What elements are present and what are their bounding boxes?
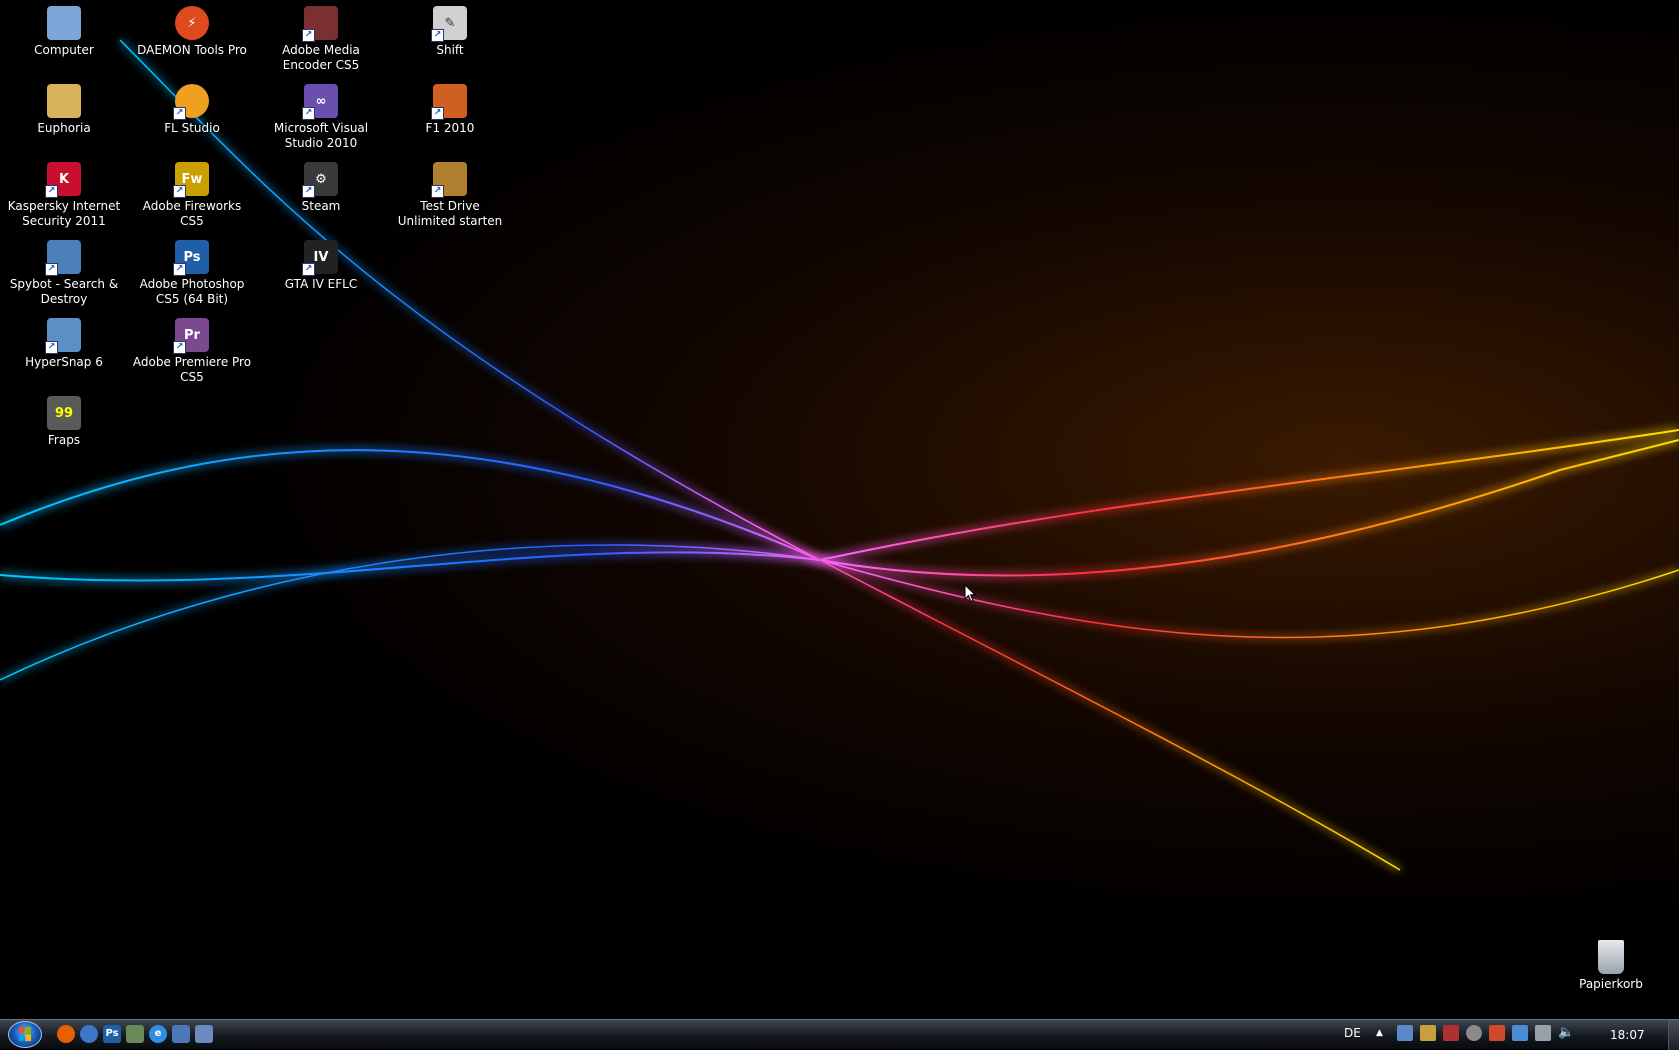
desktop-icon-spybot[interactable]: ↗ Spybot - Search & Destroy bbox=[0, 234, 128, 307]
internet-explorer-icon[interactable]: e bbox=[149, 1025, 167, 1043]
icon-label: Microsoft Visual Studio 2010 bbox=[273, 121, 369, 150]
show-hidden-icons-button[interactable]: ▲ bbox=[1376, 1028, 1383, 1038]
gta-icon: IV ↗ bbox=[302, 240, 338, 276]
f1-icon: ↗ bbox=[431, 84, 467, 120]
desktop-icon-f1-2010[interactable]: ↗ F1 2010 bbox=[386, 78, 514, 136]
test-drive-icon: ↗ bbox=[431, 162, 467, 198]
desktop-icon-visual-studio[interactable]: ∞ ↗ Microsoft Visual Studio 2010 bbox=[257, 78, 385, 151]
icon-label: Euphoria bbox=[37, 121, 91, 135]
icon-label: Fraps bbox=[47, 433, 81, 447]
media-encoder-icon: ↗ bbox=[302, 6, 338, 42]
desktop-icon-kaspersky[interactable]: K ↗ Kaspersky Internet Security 2011 bbox=[0, 156, 128, 229]
network-tray-icon[interactable] bbox=[1535, 1025, 1551, 1041]
photoshop-icon: Ps ↗ bbox=[173, 240, 209, 276]
desktop-icon-fraps[interactable]: 99 Fraps bbox=[0, 390, 128, 448]
chrome-like-icon[interactable] bbox=[80, 1025, 98, 1043]
windows-logo-icon bbox=[19, 1026, 31, 1041]
desktop-icon-test-drive[interactable]: ↗ Test Drive Unlimited starten bbox=[386, 156, 514, 229]
desktop-icon-fl-studio[interactable]: ↗ FL Studio bbox=[128, 78, 256, 136]
show-desktop-button[interactable] bbox=[1668, 1020, 1679, 1050]
icon-label: DAEMON Tools Pro bbox=[137, 43, 247, 57]
fl-studio-icon: ↗ bbox=[173, 84, 209, 120]
desktop-icon-computer[interactable]: Computer bbox=[0, 0, 128, 58]
spybot-icon: ↗ bbox=[45, 240, 81, 276]
premiere-icon: Pr ↗ bbox=[173, 318, 209, 354]
desktop-icon-fireworks[interactable]: Fw ↗ Adobe Fireworks CS5 bbox=[128, 156, 256, 229]
hypersnap-icon: ↗ bbox=[45, 318, 81, 354]
desktop-icon-recycle-bin[interactable]: Papierkorb bbox=[1547, 934, 1675, 992]
icon-label: Adobe Premiere Pro CS5 bbox=[132, 355, 252, 384]
photoshop-small-icon[interactable]: Ps bbox=[103, 1025, 121, 1043]
desktop-icon-shift[interactable]: ✎ ↗ Shift bbox=[386, 0, 514, 58]
fireworks-icon: Fw ↗ bbox=[173, 162, 209, 198]
daemon-tools-icon: ⚡ bbox=[175, 6, 209, 40]
icon-label: FL Studio bbox=[164, 121, 220, 135]
steam-icon: ⚙ ↗ bbox=[302, 162, 338, 198]
firefox-icon[interactable] bbox=[57, 1025, 75, 1043]
daemon-tray-icon[interactable] bbox=[1420, 1025, 1436, 1041]
desktop-icon-photoshop[interactable]: Ps ↗ Adobe Photoshop CS5 (64 Bit) bbox=[128, 234, 256, 307]
visual-studio-icon: ∞ ↗ bbox=[302, 84, 338, 120]
volume-tray-icon[interactable]: 🔈 bbox=[1558, 1025, 1574, 1041]
recycle-bin-icon bbox=[1598, 940, 1624, 974]
kaspersky-tray-icon[interactable] bbox=[1443, 1025, 1459, 1041]
desktop-icon-euphoria[interactable]: Euphoria bbox=[0, 78, 128, 136]
steam-tray-icon[interactable] bbox=[1466, 1025, 1482, 1041]
fraps-icon: 99 bbox=[47, 396, 81, 430]
icon-label: Steam bbox=[301, 199, 341, 213]
icon-label: GTA IV EFLC bbox=[284, 277, 358, 291]
icon-label: Adobe Media Encoder CS5 bbox=[282, 43, 360, 72]
window-switch-icon[interactable] bbox=[195, 1025, 213, 1043]
language-indicator[interactable]: DE bbox=[1344, 1026, 1361, 1040]
icon-label: HyperSnap 6 bbox=[25, 355, 103, 369]
taskbar: Ps e DE ▲ 🔈 18:07 bbox=[0, 1019, 1679, 1050]
security-tray-icon[interactable] bbox=[1489, 1025, 1505, 1041]
folder-icon bbox=[47, 84, 81, 118]
icon-label: Adobe Fireworks CS5 bbox=[142, 199, 242, 228]
desktop-icon-media-encoder[interactable]: ↗ Adobe Media Encoder CS5 bbox=[257, 0, 385, 73]
desktop-icon-daemon-tools[interactable]: ⚡ DAEMON Tools Pro bbox=[128, 0, 256, 58]
desktop[interactable]: Computer Euphoria K ↗ Kaspersky Internet … bbox=[0, 0, 1679, 1019]
start-button[interactable] bbox=[8, 1021, 42, 1048]
icon-label: Adobe Photoshop CS5 (64 Bit) bbox=[139, 277, 245, 306]
wallpaper bbox=[0, 37, 1679, 874]
computer-icon bbox=[47, 6, 81, 40]
desktop-icon[interactable] bbox=[172, 1025, 190, 1043]
icon-label: Shift bbox=[436, 43, 464, 57]
users-tray-icon[interactable] bbox=[1397, 1025, 1413, 1041]
icon-label: Papierkorb bbox=[1579, 977, 1643, 991]
update-tray-icon[interactable] bbox=[1512, 1025, 1528, 1041]
mouse-cursor-icon bbox=[964, 584, 976, 603]
icon-label: Computer bbox=[34, 43, 94, 57]
monitor-icon[interactable] bbox=[126, 1025, 144, 1043]
icon-label: Test Drive Unlimited starten bbox=[397, 199, 503, 228]
desktop-icon-premiere[interactable]: Pr ↗ Adobe Premiere Pro CS5 bbox=[128, 312, 256, 385]
kaspersky-icon: K ↗ bbox=[45, 162, 81, 198]
shift-icon: ✎ ↗ bbox=[431, 6, 467, 42]
clock[interactable]: 18:07 bbox=[1610, 1028, 1645, 1042]
desktop-icon-steam[interactable]: ⚙ ↗ Steam bbox=[257, 156, 385, 214]
icon-label: F1 2010 bbox=[425, 121, 475, 135]
icon-label: Spybot - Search & Destroy bbox=[9, 277, 119, 306]
desktop-icon-gta[interactable]: IV ↗ GTA IV EFLC bbox=[257, 234, 385, 292]
icon-label: Kaspersky Internet Security 2011 bbox=[7, 199, 121, 228]
desktop-icon-hypersnap[interactable]: ↗ HyperSnap 6 bbox=[0, 312, 128, 370]
